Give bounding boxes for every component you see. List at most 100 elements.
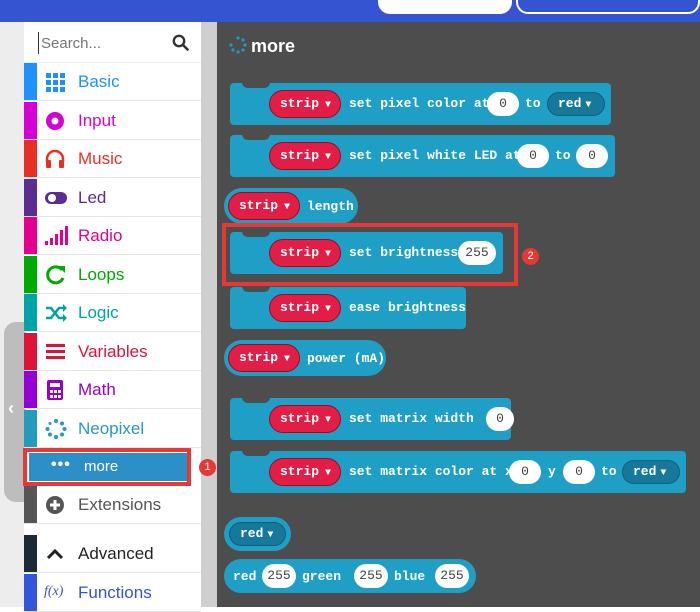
color-dropdown[interactable]: red ▼ (622, 460, 680, 484)
toolbox-scrollbar[interactable] (201, 22, 217, 607)
block-set-pixel-white-led[interactable]: strip ▼ set pixel white LED at 0 to 0 (230, 134, 615, 177)
category-advanced[interactable]: Advanced (24, 535, 201, 573)
category-loops[interactable]: Loops (24, 256, 201, 294)
block-text: set matrix width (349, 411, 474, 426)
caret-down-icon: ▼ (284, 354, 291, 365)
category-basic[interactable]: Basic (24, 63, 201, 101)
var-name: strip (239, 198, 279, 213)
caret-down-icon: ▼ (267, 530, 274, 541)
category-label: Logic (78, 303, 119, 322)
category-color-bar (24, 63, 37, 100)
caret-down-icon: ▼ (325, 304, 332, 315)
number-input[interactable]: 0 (563, 460, 595, 484)
chevron-up-icon (46, 548, 64, 560)
category-color-bar (24, 371, 37, 408)
block-strip-length[interactable]: strip ▼ length (224, 188, 358, 224)
block-text-blue: blue (394, 569, 426, 584)
block-text: ease brightness (349, 300, 467, 315)
caret-down-icon: ▼ (325, 100, 332, 111)
number-input[interactable]: 0 (486, 407, 514, 431)
category-logic[interactable]: Logic (24, 294, 201, 332)
toolbox: ‹ Basic Input Music Led Radio Loops (0, 22, 217, 612)
block-text-y: y (548, 464, 556, 479)
strip-variable-dropdown[interactable]: strip ▼ (228, 344, 300, 372)
editor-toggle-blocks[interactable] (378, 0, 512, 14)
category-color-bar (24, 333, 37, 370)
category-music[interactable]: Music (24, 140, 201, 178)
search-icon[interactable] (172, 34, 189, 51)
number-input[interactable]: 255 (435, 564, 469, 588)
workspace-title: more (229, 36, 295, 57)
category-color-bar (24, 140, 37, 177)
strip-variable-dropdown[interactable]: strip ▼ (269, 90, 341, 118)
block-text: power (mA) (307, 351, 386, 366)
category-math[interactable]: Math (24, 371, 201, 409)
block-notch (242, 134, 270, 140)
number-input[interactable]: 255 (262, 564, 296, 588)
list-icon (46, 344, 65, 359)
shuffle-icon (46, 304, 67, 322)
color-dropdown[interactable]: red ▼ (229, 522, 286, 546)
strip-variable-dropdown[interactable]: strip ▼ (269, 142, 341, 170)
block-text: set matrix color at x (349, 464, 513, 479)
highlight-set-brightness (222, 223, 518, 286)
category-color-bar (24, 102, 37, 139)
grid-icon (46, 73, 65, 92)
category-color-bar (24, 410, 37, 447)
block-ease-brightness[interactable]: strip ▼ ease brightness (230, 286, 467, 329)
block-notch (242, 450, 270, 456)
block-notch (242, 397, 270, 403)
category-color-bar (24, 256, 37, 293)
number-input[interactable]: 0 (509, 460, 541, 484)
category-label: Extensions (78, 495, 162, 514)
category-label: Input (78, 111, 116, 130)
var-name: strip (280, 96, 320, 111)
workspace[interactable]: more strip ▼ set pixel color at 0 to red ▼… (217, 22, 700, 607)
category-variables[interactable]: Variables (24, 333, 201, 371)
number-input[interactable]: 0 (517, 144, 549, 168)
category-label: Advanced (78, 544, 154, 563)
strip-variable-dropdown[interactable]: strip ▼ (269, 294, 341, 322)
signal-bars-icon (45, 226, 68, 245)
search-input[interactable] (38, 32, 163, 54)
category-label: Functions (78, 583, 152, 602)
block-rgb[interactable]: red 255 green 255 blue 255 (224, 559, 476, 593)
block-set-matrix-color[interactable]: strip ▼ set matrix color at x 0 y 0 to re… (230, 450, 686, 493)
strip-variable-dropdown[interactable]: strip ▼ (269, 458, 341, 486)
plus-circle-icon (46, 496, 64, 514)
var-name: strip (280, 411, 320, 426)
highlight-more (23, 448, 191, 486)
dropdown-value: red (240, 526, 264, 541)
block-set-pixel-color[interactable]: strip ▼ set pixel color at 0 to red ▼ (230, 82, 611, 125)
editor-toggle-code[interactable] (516, 0, 700, 14)
strip-variable-dropdown[interactable]: strip ▼ (269, 405, 341, 433)
toggle-icon (45, 192, 67, 204)
var-name: strip (280, 300, 320, 315)
number-input[interactable]: 0 (576, 144, 608, 168)
category-color-bar (24, 217, 37, 254)
dropdown-value: red (558, 96, 582, 111)
caret-down-icon: ▼ (660, 468, 667, 479)
color-dropdown[interactable]: red ▼ (547, 92, 605, 116)
category-functions[interactable]: f(x) Functions (24, 574, 201, 612)
top-bar (0, 0, 700, 22)
block-power-ma[interactable]: strip ▼ power (mA) (224, 340, 386, 376)
category-radio[interactable]: Radio (24, 217, 201, 255)
category-label: Music (78, 149, 123, 168)
block-text-to: to (555, 148, 571, 163)
strip-variable-dropdown[interactable]: strip ▼ (228, 192, 300, 220)
category-neopixel[interactable]: Neopixel (24, 410, 201, 448)
callout-badge-1: 1 (199, 459, 216, 476)
block-text-to: to (601, 464, 617, 479)
number-input[interactable]: 255 (354, 564, 388, 588)
var-name: strip (280, 148, 320, 163)
block-set-matrix-width[interactable]: strip ▼ set matrix width 0 (230, 397, 514, 440)
category-led[interactable]: Led (24, 179, 201, 217)
category-input[interactable]: Input (24, 102, 201, 140)
spinner-dots-icon (45, 419, 67, 439)
number-input[interactable]: 0 (487, 92, 519, 116)
category-color-bar (24, 574, 37, 611)
category-color-bar (24, 179, 37, 216)
category-extensions[interactable]: Extensions (24, 486, 201, 524)
block-color-red[interactable]: red ▼ (224, 517, 291, 551)
